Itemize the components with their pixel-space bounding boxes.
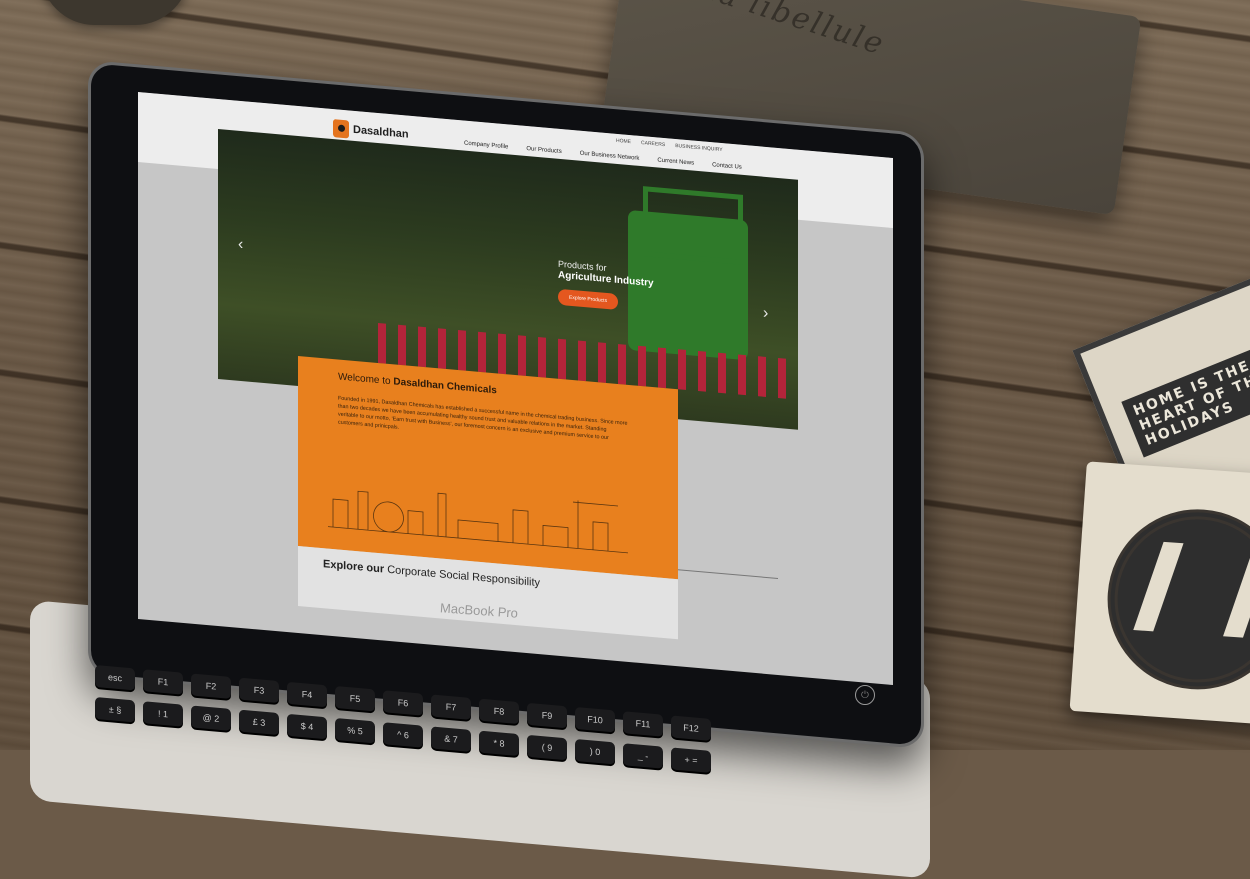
welcome-title: Welcome to Dasaldhan Chemicals — [338, 371, 497, 396]
key-9[interactable]: ( 9 — [527, 734, 567, 761]
key-f8[interactable]: F8 — [479, 698, 519, 725]
nav-our-products[interactable]: Our Products — [526, 146, 561, 155]
key-f4[interactable]: F4 — [287, 681, 327, 708]
key-3[interactable]: £ 3 — [239, 709, 279, 736]
nav-contact-us[interactable]: Contact Us — [712, 162, 742, 171]
logo-icon — [333, 119, 349, 139]
tractor-cab — [643, 186, 743, 265]
csr-bold: Explore our — [323, 558, 385, 576]
key-f12[interactable]: F12 — [671, 715, 711, 741]
laptop-screen: Dasaldhan HOME CAREERS BUSINESS INQUIRY … — [138, 92, 893, 686]
welcome-company: Dasaldhan Chemicals — [393, 376, 497, 397]
key-f10[interactable]: F10 — [575, 706, 615, 733]
key-f7[interactable]: F7 — [431, 694, 471, 720]
welcome-body: Founded in 1991, Dasaldhan Chemicals has… — [338, 395, 628, 442]
key-1[interactable]: ! 1 — [143, 701, 183, 727]
key-6[interactable]: ^ 6 — [383, 722, 423, 748]
key-f11[interactable]: F11 — [623, 711, 663, 737]
key-section[interactable]: ± § — [95, 697, 135, 723]
key-7[interactable]: & 7 — [431, 726, 471, 752]
welcome-lead: Welcome to — [338, 371, 391, 388]
key-f9[interactable]: F9 — [527, 702, 567, 729]
key-4[interactable]: $ 4 — [287, 713, 327, 740]
key-f5[interactable]: F5 — [335, 685, 375, 712]
laptop: Dasaldhan HOME CAREERS BUSINESS INQUIRY … — [0, 0, 1250, 879]
key-5[interactable]: % 5 — [335, 717, 375, 744]
util-careers[interactable]: CAREERS — [641, 140, 665, 148]
key-8[interactable]: * 8 — [479, 730, 519, 757]
brand-name: Dasaldhan — [353, 123, 409, 141]
divider-line — [678, 569, 778, 579]
nav-company-profile[interactable]: Company Profile — [464, 141, 508, 151]
util-business-inquiry[interactable]: BUSINESS INQUIRY — [675, 143, 722, 153]
welcome-section: Welcome to Dasaldhan Chemicals Founded i… — [298, 355, 678, 580]
key-0[interactable]: ) 0 — [575, 738, 615, 765]
csr-rest: Corporate Social Responsibility — [387, 563, 541, 590]
nav-current-news[interactable]: Current News — [657, 157, 694, 166]
nav-business-network[interactable]: Our Business Network — [580, 151, 640, 162]
explore-products-button[interactable]: Explore Products — [558, 288, 619, 311]
util-home[interactable]: HOME — [616, 138, 631, 145]
key-equals[interactable]: + = — [671, 747, 711, 773]
key-2[interactable]: @ 2 — [191, 705, 231, 731]
key-f6[interactable]: F6 — [383, 690, 423, 716]
key-esc[interactable]: esc — [95, 665, 135, 691]
city-skyline-illustration — [328, 490, 628, 554]
key-f1[interactable]: F1 — [143, 669, 183, 695]
chevron-left-icon[interactable]: ‹ — [238, 236, 243, 254]
power-icon[interactable]: ⏻ — [855, 685, 875, 705]
keyboard: esc F1 F2 F3 F4 F5 F6 F7 F8 F9 F10 F11 F… — [95, 665, 875, 773]
key-f3[interactable]: F3 — [239, 677, 279, 704]
key-minus[interactable]: _ - — [623, 743, 663, 769]
chevron-right-icon[interactable]: › — [763, 305, 768, 323]
key-f2[interactable]: F2 — [191, 673, 231, 699]
